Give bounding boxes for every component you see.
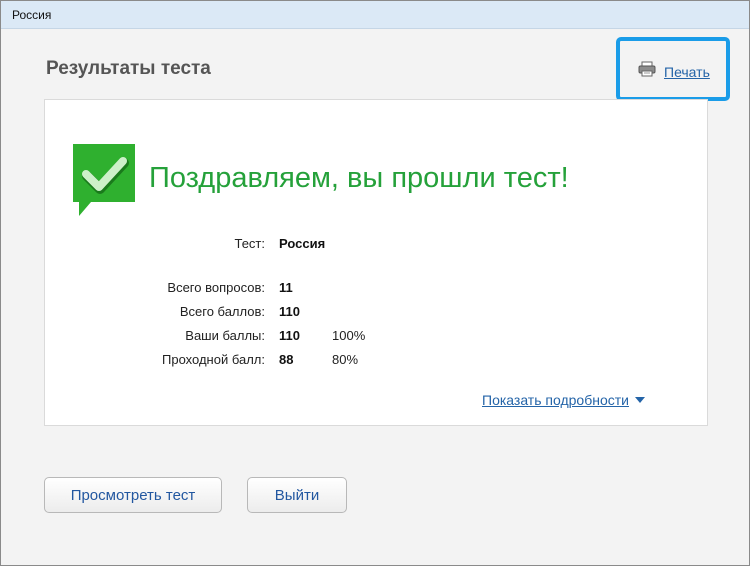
print-label: Печать (664, 63, 710, 80)
stat-row-total-points: Всего баллов: 110 (45, 302, 375, 322)
page-title: Результаты теста (46, 58, 211, 79)
stat-value: 88 (279, 352, 294, 367)
print-link[interactable]: Печать (638, 61, 710, 82)
checkmark-speech-bubble-icon (73, 144, 135, 218)
stat-label: Ваши баллы: (185, 328, 265, 343)
stat-row-passing-score: Проходной балл: 88 80% (45, 350, 385, 370)
stat-row-total-questions: Всего вопросов: 11 (45, 278, 375, 298)
stat-label: Проходной балл: (162, 352, 265, 367)
caret-down-icon (634, 397, 645, 403)
stat-percent: 100% (332, 328, 366, 343)
window-title: Россия (12, 8, 52, 22)
test-label: Тест: (234, 236, 265, 251)
test-name-value: Россия (279, 236, 326, 251)
printer-icon (638, 61, 656, 82)
stat-value: 11 (279, 280, 293, 295)
review-test-button[interactable]: Просмотреть тест (44, 477, 222, 513)
print-highlight: Печать (616, 37, 730, 101)
show-details-link[interactable]: Показать подробности (482, 392, 645, 408)
exit-button[interactable]: Выйти (247, 477, 347, 513)
stat-percent: 80% (332, 352, 359, 367)
app-window: Россия Результаты теста Печать Поздравля… (0, 0, 750, 566)
show-details-label: Показать подробности (482, 392, 629, 408)
results-card: Поздравляем, вы прошли тест! Тест: Росси… (44, 99, 708, 426)
stat-value: 110 (279, 328, 300, 343)
stat-row-your-points: Ваши баллы: 110 100% (45, 326, 385, 346)
success-message: Поздравляем, вы прошли тест! (149, 162, 569, 194)
stat-label: Всего баллов: (179, 304, 265, 319)
test-name-row: Тест: Россия (45, 234, 375, 254)
stat-label: Всего вопросов: (167, 280, 265, 295)
window-titlebar: Россия (1, 1, 749, 29)
stat-value: 110 (279, 304, 300, 319)
